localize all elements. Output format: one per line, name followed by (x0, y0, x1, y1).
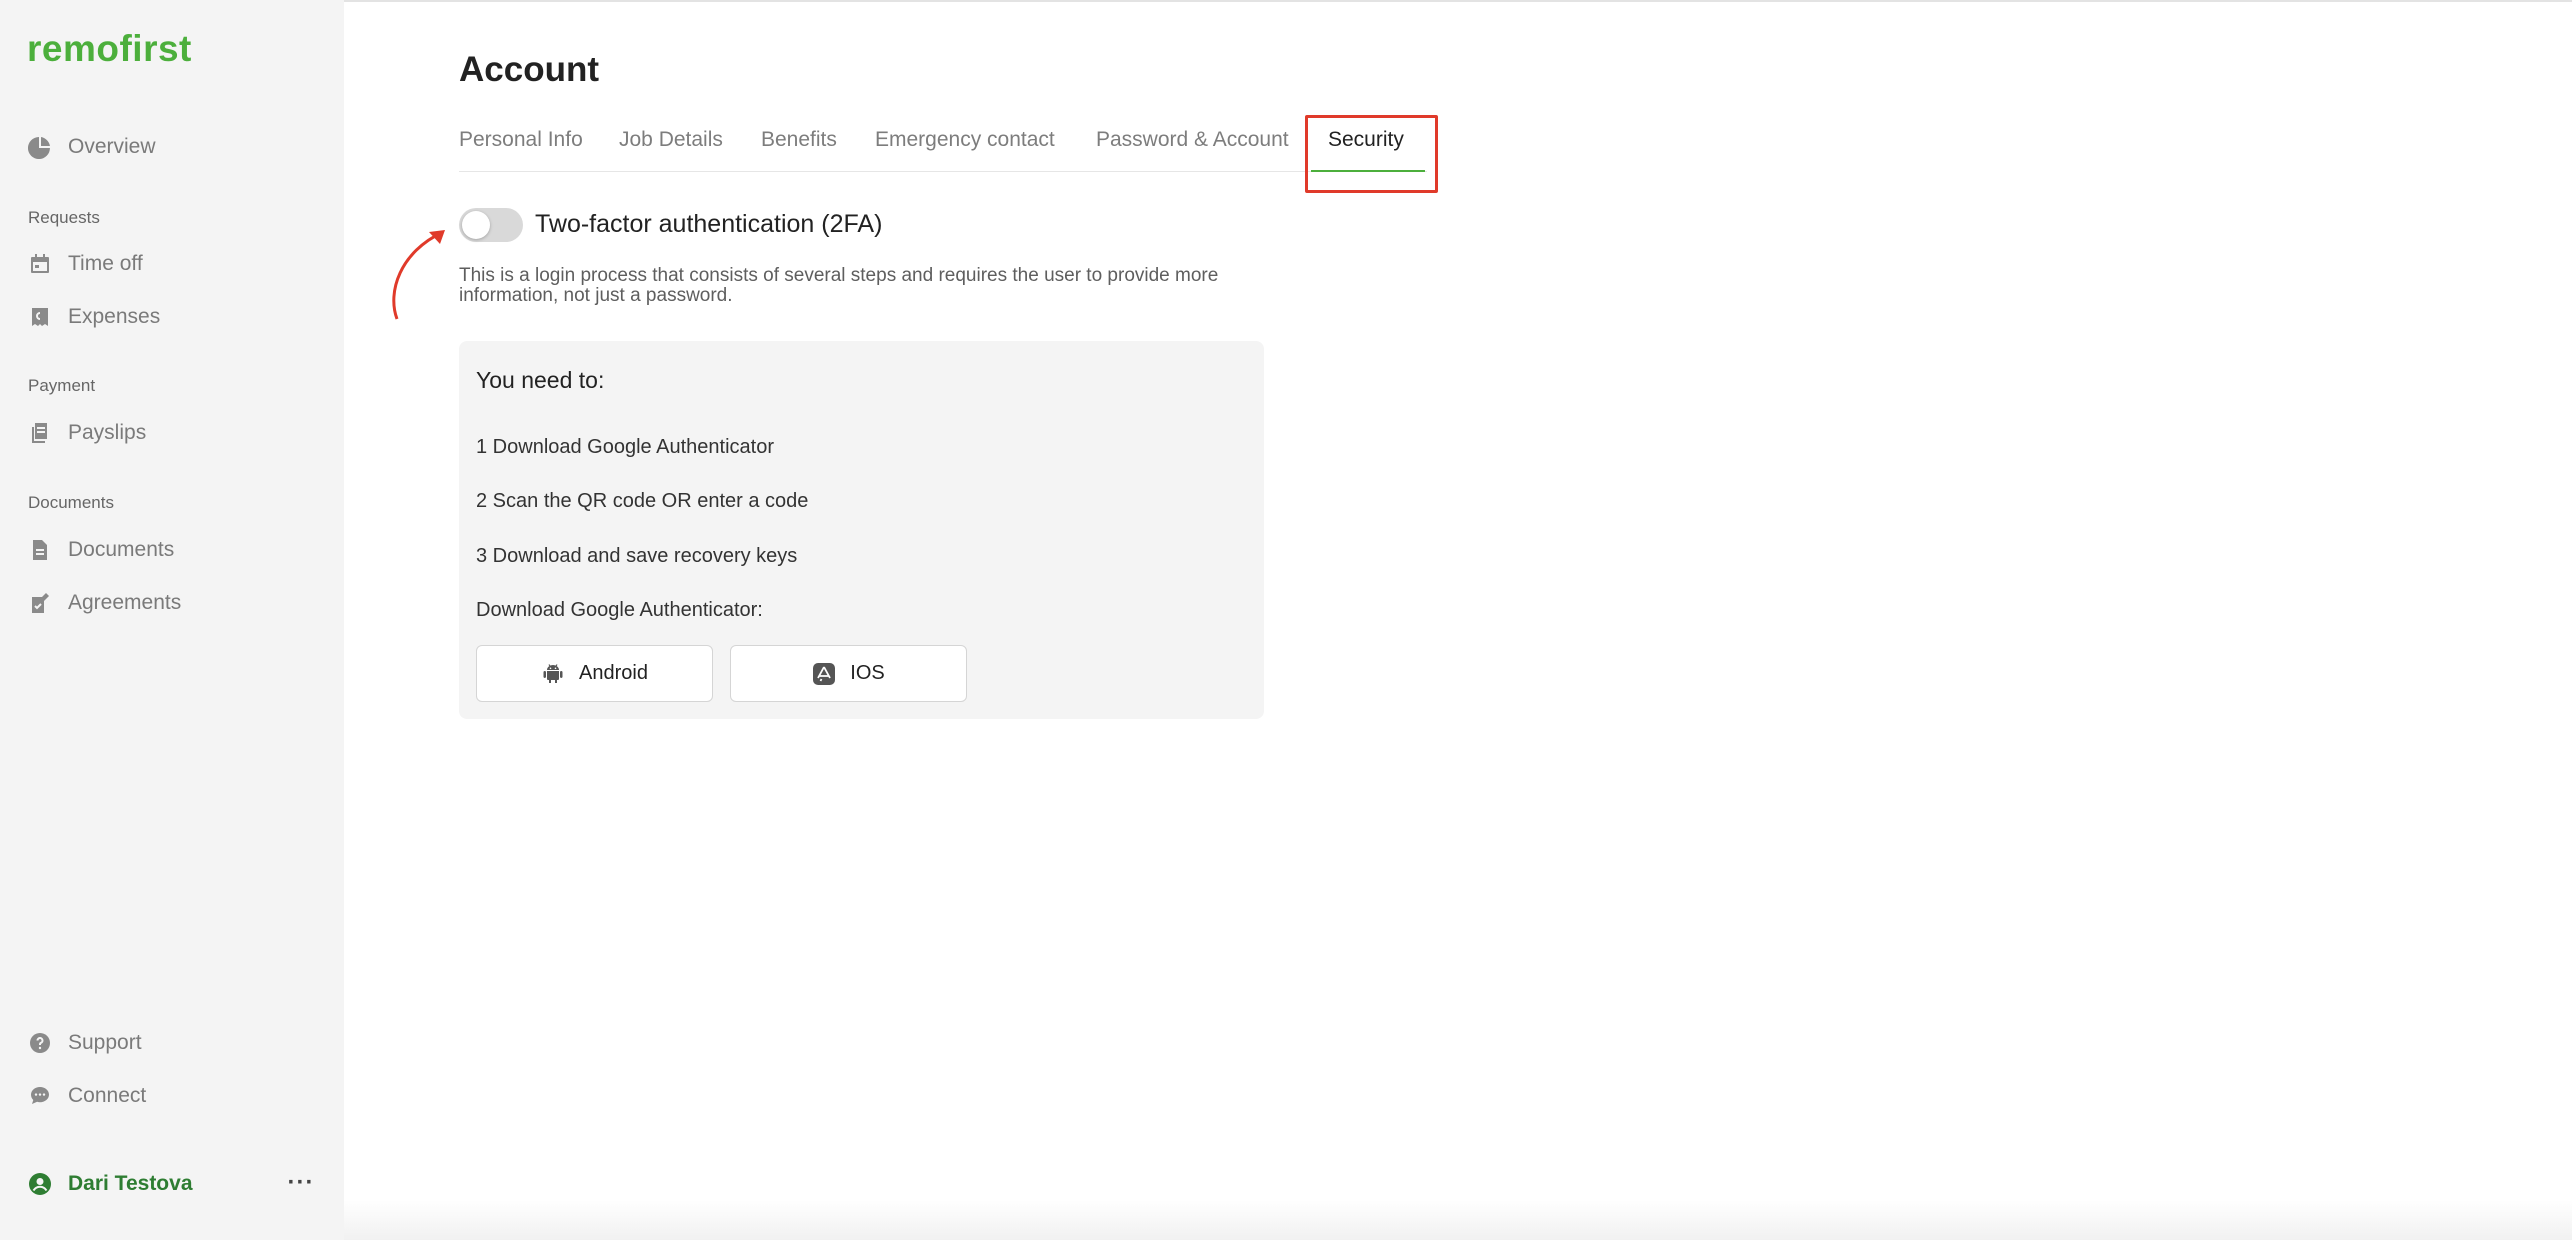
sidebar-item-label: Documents (68, 538, 175, 561)
sidebar-item-connect[interactable]: Connect (28, 1076, 146, 1116)
sidebar-item-payslips[interactable]: Payslips (28, 413, 146, 453)
android-button-label: Android (579, 662, 648, 684)
sidebar-item-documents[interactable]: Documents (28, 530, 174, 570)
sidebar-section-requests: Requests (28, 208, 100, 227)
sidebar-item-time-off[interactable]: Time off (28, 244, 143, 284)
sidebar-item-label: Payslips (68, 421, 147, 444)
tab-benefits[interactable]: Benefits (761, 128, 837, 172)
tab-emergency-contact[interactable]: Emergency contact (875, 128, 1055, 172)
bottom-fade (344, 1200, 2572, 1240)
agreement-icon (32, 593, 49, 613)
page-title: Account (459, 50, 599, 89)
panel-title: You need to: (476, 367, 605, 393)
ios-download-button[interactable]: IOS (730, 645, 967, 702)
account-tabs: Personal Info Job Details Benefits Emerg… (459, 128, 1427, 172)
annotation-arrow-icon (392, 230, 445, 320)
sidebar-item-expenses[interactable]: Expenses (28, 297, 160, 337)
tab-password-account[interactable]: Password & Account (1096, 128, 1289, 172)
pie-chart-icon (28, 137, 50, 159)
step-3: 3 Download and save recovery keys (476, 545, 798, 567)
ios-button-label: IOS (850, 662, 885, 684)
two-factor-toggle[interactable] (459, 208, 523, 242)
chat-icon (31, 1087, 49, 1104)
sidebar-item-label: Connect (68, 1084, 147, 1107)
step-1: 1 Download Google Authenticator (476, 436, 774, 458)
tab-job-details[interactable]: Job Details (619, 128, 723, 172)
download-label: Download Google Authenticator: (476, 599, 763, 621)
payslip-icon (32, 423, 47, 443)
calendar-icon (31, 254, 49, 273)
tab-personal-info[interactable]: Personal Info (459, 128, 583, 172)
help-icon (30, 1033, 50, 1053)
sidebar-item-agreements[interactable]: Agreements (28, 583, 181, 623)
android-icon (543, 663, 563, 683)
app-store-icon (813, 662, 836, 685)
sidebar-item-label: Expenses (68, 305, 161, 328)
user-name: Dari Testova (68, 1172, 193, 1195)
sidebar-item-label: Time off (68, 252, 143, 275)
user-avatar-icon (29, 1173, 51, 1195)
step-2: 2 Scan the QR code OR enter a code (476, 490, 809, 512)
user-profile[interactable]: Dari Testova (28, 1166, 193, 1202)
sidebar-item-label: Support (68, 1031, 142, 1054)
more-options-icon[interactable]: ··· (288, 1170, 314, 1196)
android-download-button[interactable]: Android (476, 645, 713, 702)
annotation-highlight-box (1305, 115, 1438, 193)
top-border (0, 0, 2572, 2)
receipt-icon (32, 308, 48, 326)
two-factor-instructions-panel: You need to: 1 Download Google Authentic… (459, 341, 1264, 719)
sidebar: remofirst Overview Requests Time off Exp… (0, 0, 344, 1240)
toggle-knob (462, 211, 490, 239)
sidebar-section-payment: Payment (28, 376, 96, 395)
document-icon (33, 540, 47, 560)
sidebar-item-overview[interactable]: Overview (28, 127, 156, 167)
remofirst-logo[interactable]: remofirst (27, 28, 192, 70)
sidebar-item-label: Agreements (68, 591, 182, 614)
two-factor-label: Two-factor authentication (2FA) (535, 210, 883, 238)
two-factor-description: This is a login process that consists of… (459, 265, 1219, 306)
sidebar-item-label: Overview (68, 135, 156, 158)
sidebar-section-documents: Documents (28, 493, 114, 512)
sidebar-item-support[interactable]: Support (28, 1023, 142, 1063)
